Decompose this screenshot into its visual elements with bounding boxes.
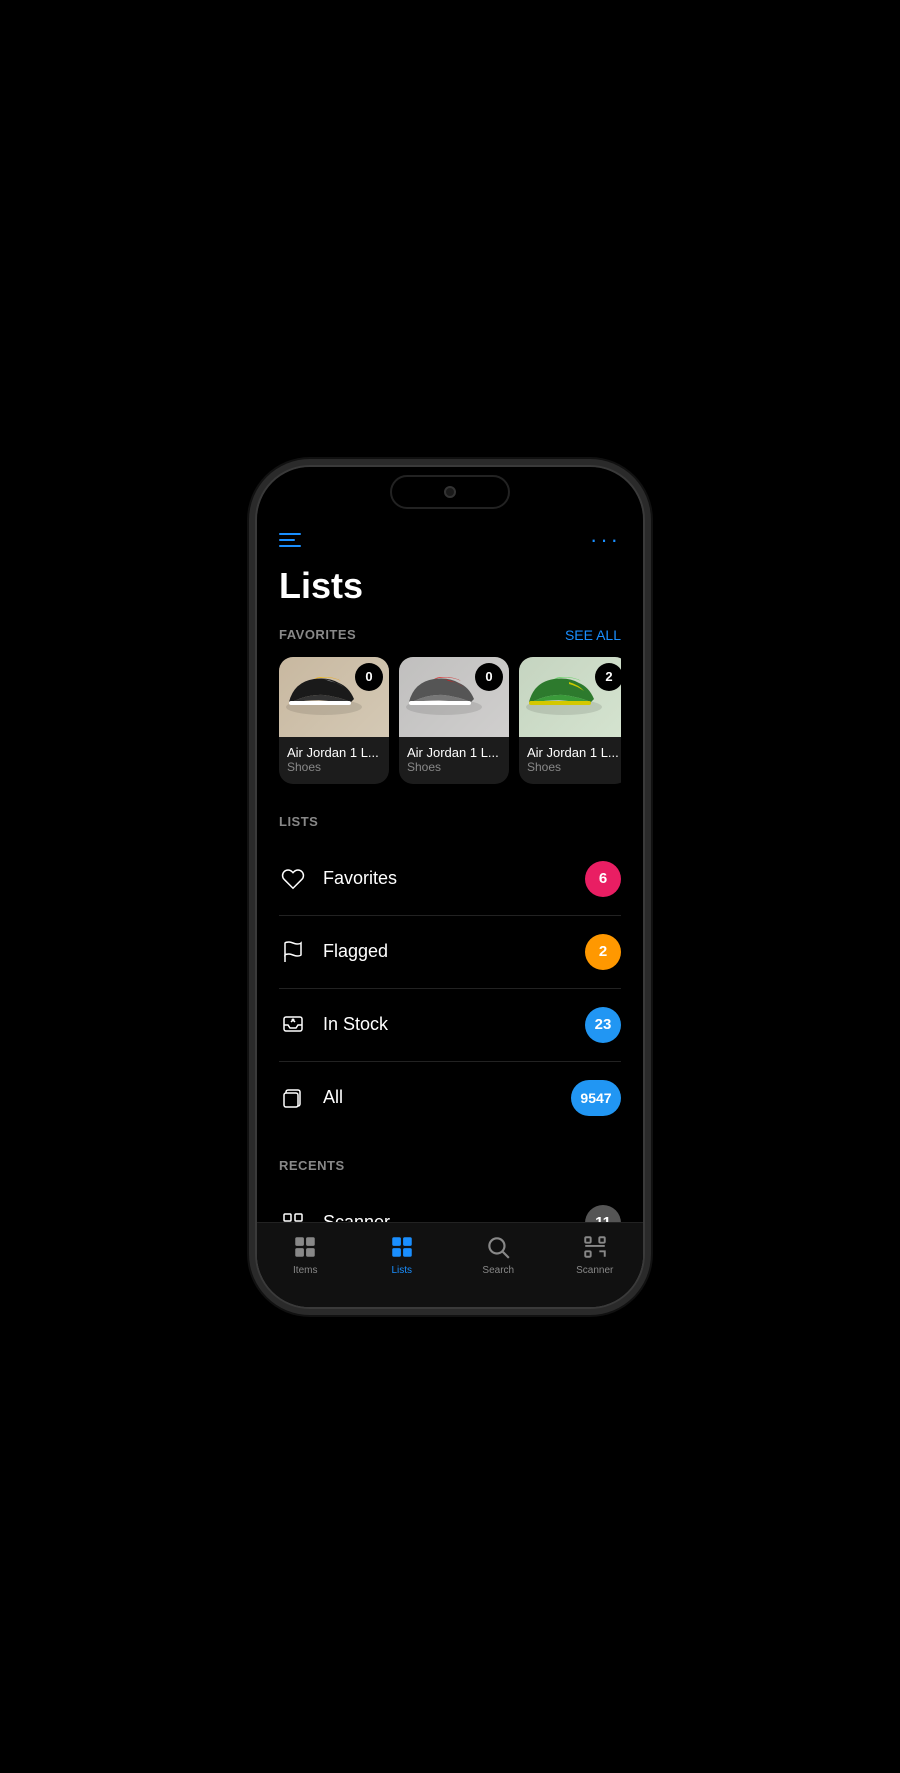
list-item-favorites[interactable]: Favorites 6 — [279, 843, 621, 916]
lists-tab-icon — [388, 1233, 416, 1261]
fav-card-badge-1: 0 — [475, 663, 503, 691]
recents-section-header: RECENTS — [279, 1158, 621, 1173]
fav-card-info-2: Air Jordan 1 L... Shoes — [519, 737, 621, 784]
flag-icon — [279, 938, 307, 966]
list-name-instock: In Stock — [323, 1014, 585, 1035]
tab-lists[interactable]: Lists — [354, 1233, 451, 1276]
page-title: Lists — [279, 565, 621, 607]
scanner-tab-label: Scanner — [576, 1265, 613, 1276]
count-badge-favorites: 6 — [585, 861, 621, 897]
count-badge-flagged: 2 — [585, 934, 621, 970]
favorites-scroll: 0 Air Jordan 1 L... Shoes — [279, 657, 621, 784]
phone-device: ··· Lists FAVORITES SEE ALL — [255, 465, 645, 1309]
top-bar: ··· — [279, 517, 621, 557]
scanner-tab-icon — [581, 1233, 609, 1261]
fav-card-info-1: Air Jordan 1 L... Shoes — [399, 737, 509, 784]
fav-card-type-0: Shoes — [287, 760, 381, 774]
shoe-svg-2 — [519, 657, 609, 722]
list-name-favorites: Favorites — [323, 868, 585, 889]
list-name-all: All — [323, 1087, 571, 1108]
hamburger-line-1 — [279, 533, 301, 535]
notch-area — [257, 467, 643, 517]
items-tab-label: Items — [293, 1265, 317, 1276]
phone-screen: ··· Lists FAVORITES SEE ALL — [257, 467, 643, 1307]
fav-card-badge-2: 2 — [595, 663, 621, 691]
fav-card-type-1: Shoes — [407, 760, 501, 774]
fav-card-info-0: Air Jordan 1 L... Shoes — [279, 737, 389, 784]
shoe-svg-1 — [399, 657, 489, 722]
lists-tab-label: Lists — [391, 1265, 412, 1276]
see-all-button[interactable]: SEE ALL — [565, 627, 621, 643]
recents-section: RECENTS Scanner 11 — [279, 1158, 621, 1227]
items-tab-icon — [291, 1233, 319, 1261]
list-name-flagged: Flagged — [323, 941, 585, 962]
list-item-flagged[interactable]: Flagged 2 — [279, 916, 621, 989]
fav-card-name-0: Air Jordan 1 L... — [287, 745, 381, 760]
fav-card-name-1: Air Jordan 1 L... — [407, 745, 501, 760]
layers-icon — [279, 1084, 307, 1112]
list-item-scanner[interactable]: Scanner 11 — [279, 1187, 621, 1227]
more-options-button[interactable]: ··· — [590, 527, 621, 553]
hamburger-menu-button[interactable] — [279, 533, 301, 547]
fav-card-2[interactable]: 2 Air Jordan 1 L... Shoes — [519, 657, 621, 784]
fav-card-0[interactable]: 0 Air Jordan 1 L... Shoes — [279, 657, 389, 784]
recents-label: RECENTS — [279, 1158, 345, 1173]
camera-dot — [444, 486, 456, 498]
favorites-label: FAVORITES — [279, 627, 356, 642]
list-item-instock[interactable]: In Stock 23 — [279, 989, 621, 1062]
fav-card-1[interactable]: 0 Air Jordan 1 L... Shoes — [399, 657, 509, 784]
inbox-icon — [279, 1011, 307, 1039]
count-badge-all: 9547 — [571, 1080, 621, 1116]
search-tab-label: Search — [482, 1265, 514, 1276]
hamburger-line-2 — [279, 539, 295, 541]
search-tab-icon — [484, 1233, 512, 1261]
lists-section: LISTS Favorites 6 — [279, 814, 621, 1134]
lists-label: LISTS — [279, 814, 318, 829]
tab-items[interactable]: Items — [257, 1233, 354, 1276]
dynamic-island — [390, 475, 510, 509]
favorites-section-header: FAVORITES SEE ALL — [279, 627, 621, 643]
tab-scanner[interactable]: Scanner — [547, 1233, 644, 1276]
fav-card-type-2: Shoes — [527, 760, 621, 774]
fav-card-badge-0: 0 — [355, 663, 383, 691]
lists-section-header: LISTS — [279, 814, 621, 829]
count-badge-instock: 23 — [585, 1007, 621, 1043]
list-item-all[interactable]: All 9547 — [279, 1062, 621, 1134]
heart-icon — [279, 865, 307, 893]
tab-search[interactable]: Search — [450, 1233, 547, 1276]
bottom-tab-bar: Items Lists — [257, 1222, 643, 1307]
shoe-svg-0 — [279, 657, 369, 722]
app-content: ··· Lists FAVORITES SEE ALL — [257, 517, 643, 1227]
hamburger-line-3 — [279, 545, 301, 547]
fav-card-name-2: Air Jordan 1 L... — [527, 745, 621, 760]
